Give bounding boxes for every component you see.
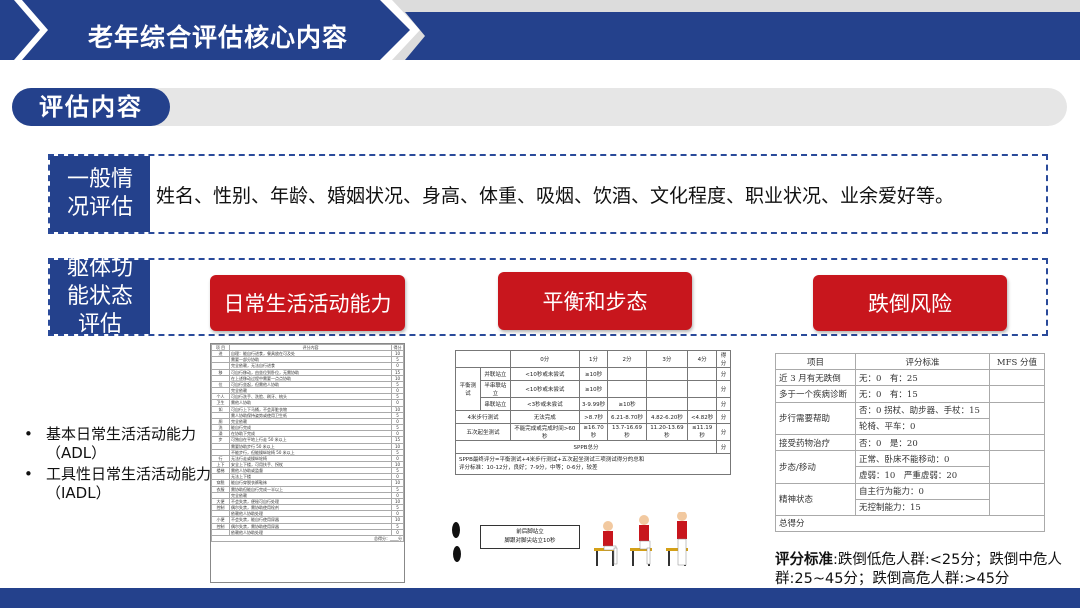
functional-status-label: 躯体功 能状态 评估 [50,256,150,337]
section-label: 评估内容 [12,88,170,126]
table-row: 平衡测试 并联站立 <10秒或未尝试 ≥10秒 分 [455,367,731,411]
adl-bullet-list: 基本日常生活活动能力（ADL） 工具性日常生活活动能力（IADL） [22,425,212,505]
sppb-note: SPPB最终评分=平衡测试+4米步行测试+五次起坐测试三项测试得分的总和 评分标… [455,454,731,475]
table-row: 步行需要帮助 否：0 拐杖、助步器、手杖：15 [775,401,1045,435]
chair-stand-figures-icon [594,512,688,566]
table-footer-row: 总得分：____分 [211,534,404,543]
table-row: 多于一个疾病诊断 无：0 有：15 [775,385,1045,403]
adl-table: 项 目 评分内容 得分 进自理：能自行进食，餐具放在可及处 10 需要一部分协助 5 完… [210,343,405,583]
table-row: 步态/移动 正常、卧床不能移动：0 [775,450,1045,484]
table-row: 半串联站立 <10秒或未尝试 ≥10秒 分 [456,380,731,398]
section-bar [12,88,1067,126]
table-row: SPPB总分 分 [454,440,731,454]
general-assessment-label: 一般情 况评估 [50,156,150,232]
stance-caption: 前后脚站立 脚跟对脚尖站立10秒 [480,525,580,549]
fall-risk-button[interactable]: 跌倒风险 [813,275,1007,331]
table-row: 近 3 月有无跌倒 无：0 有：25 [775,369,1045,387]
footer-bar [0,588,1080,608]
table-row: 接受药物治疗 否：0 是：20 [775,433,1045,452]
table-header-row: 项目 评分标准 MFS 分值 [775,352,1045,371]
table-row: 五次起坐测试 不能完成或完成时间>60秒 ≥16.70秒 13.7-16.69秒… [455,423,731,441]
list-item: 基本日常生活活动能力（ADL） [22,425,212,463]
table-row: 4米步行测试 无法完成 >8.7秒 6.21-8.70秒 4.82-6.20秒 … [455,410,731,424]
list-item: 工具性日常生活活动能力（IADL） [22,465,212,503]
table-row: 总得分 [775,514,1045,533]
sppb-table: 0分 1分 2分 3分 4分 得分 平衡测试 并联站立 <10秒或未尝试 ≥10… [454,350,731,518]
mfs-scoring-note: 评分标准:跌倒低危人群:<25分；跌倒中危人群:25~45分；跌倒高危人群:>4… [775,552,1062,587]
table-row: 串联站立 <3秒或未尝试 3-9.99秒 ≥10秒 分 [456,397,731,411]
mfs-table: 项目 评分标准 MFS 分值 近 3 月有无跌倒 无：0 有：25 多于一个疾病… [775,352,1045,548]
table-row: 精神状态 自主行为能力：0 [775,482,1045,516]
general-assessment-content: 姓名、性别、年龄、婚姻状况、身高、体重、吸烟、饮酒、文化程度、职业状况、业余爱好… [156,185,955,207]
page-title: 老年综合评估核心内容 [88,23,349,52]
footprints-icon [452,522,461,562]
adl-button[interactable]: 日常生活活动能力 [210,275,405,331]
balance-gait-button[interactable]: 平衡和步态 [498,272,692,330]
table-header-row: 0分 1分 2分 3分 4分 得分 [455,350,731,368]
